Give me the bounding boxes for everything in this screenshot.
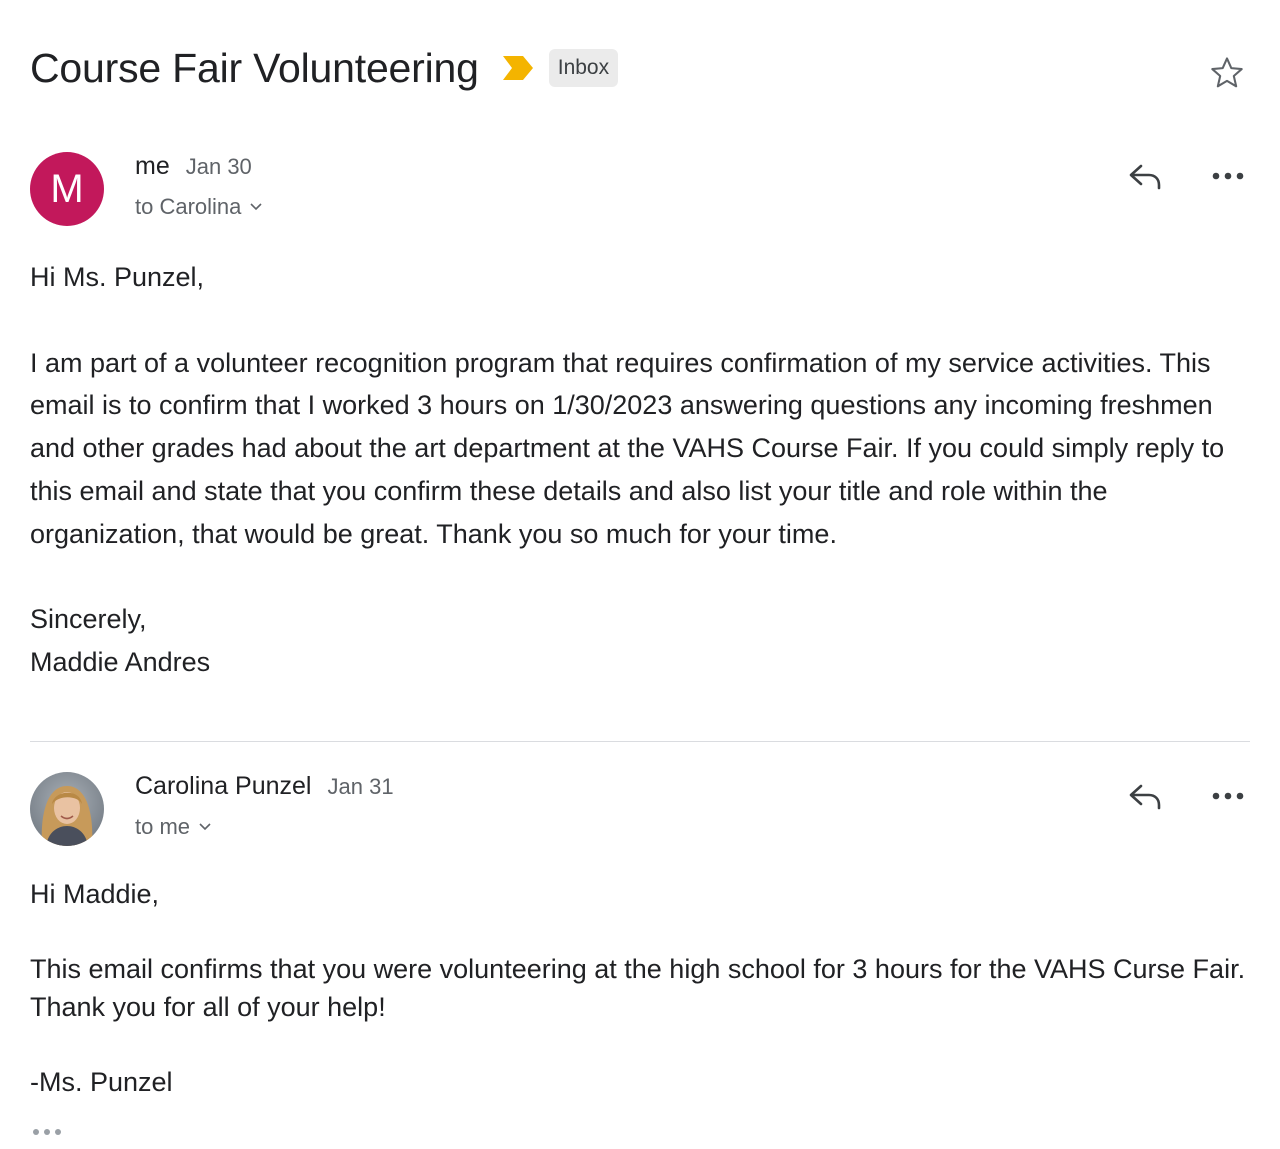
message-date: Jan 30: [185, 154, 252, 179]
thread-subject: Course Fair Volunteering: [30, 44, 479, 91]
message-body: Hi Ms. Punzel, I am part of a volunteer …: [30, 256, 1250, 684]
more-horizontal-icon: [1212, 172, 1244, 180]
subject-row: Course Fair Volunteering Inbox: [30, 38, 1250, 98]
greeting: Hi Maddie,: [30, 879, 160, 909]
body-paragraph: I am part of a volunteer recognition pro…: [30, 347, 1225, 549]
reply-icon: [1129, 784, 1161, 810]
message-divider: [30, 741, 1250, 742]
signature: Maddie Andres: [30, 647, 211, 678]
chevron-down-icon: [199, 823, 211, 831]
star-icon[interactable]: [1208, 54, 1246, 92]
signature: -Ms. Punzel: [30, 1066, 173, 1097]
more-options-button[interactable]: [1206, 156, 1250, 196]
avatar: [30, 772, 104, 846]
recipient-label: to Carolina: [135, 194, 242, 219]
chevron-down-icon: [250, 203, 262, 211]
message-header[interactable]: M me Jan 30 to Carolina: [30, 152, 1250, 232]
recipient-toggle[interactable]: to me: [135, 814, 212, 840]
recipient-toggle[interactable]: to Carolina: [135, 194, 263, 220]
show-trimmed-content-button[interactable]: [30, 1122, 66, 1142]
reply-button[interactable]: [1125, 776, 1165, 816]
importance-marker-icon[interactable]: [501, 54, 535, 82]
inbox-label-chip[interactable]: Inbox: [548, 49, 619, 87]
sender-name: Carolina Punzel: [135, 772, 312, 800]
closing: Sincerely,: [30, 604, 147, 635]
more-options-button[interactable]: [1206, 776, 1250, 816]
more-horizontal-icon: [33, 1129, 61, 1135]
reply-icon: [1129, 164, 1161, 190]
avatar: M: [30, 152, 104, 226]
body-paragraph: This email confirms that you were volunt…: [30, 954, 1246, 1022]
message-body: Hi Maddie, This email confirms that you …: [30, 876, 1250, 1101]
message-header[interactable]: Carolina Punzel Jan 31 to me: [30, 772, 1250, 852]
message-date: Jan 31: [327, 774, 394, 799]
sender-name: me: [135, 152, 170, 180]
recipient-label: to me: [135, 814, 191, 839]
reply-button[interactable]: [1125, 156, 1165, 196]
greeting: Hi Ms. Punzel,: [30, 262, 205, 292]
more-horizontal-icon: [1212, 792, 1244, 800]
